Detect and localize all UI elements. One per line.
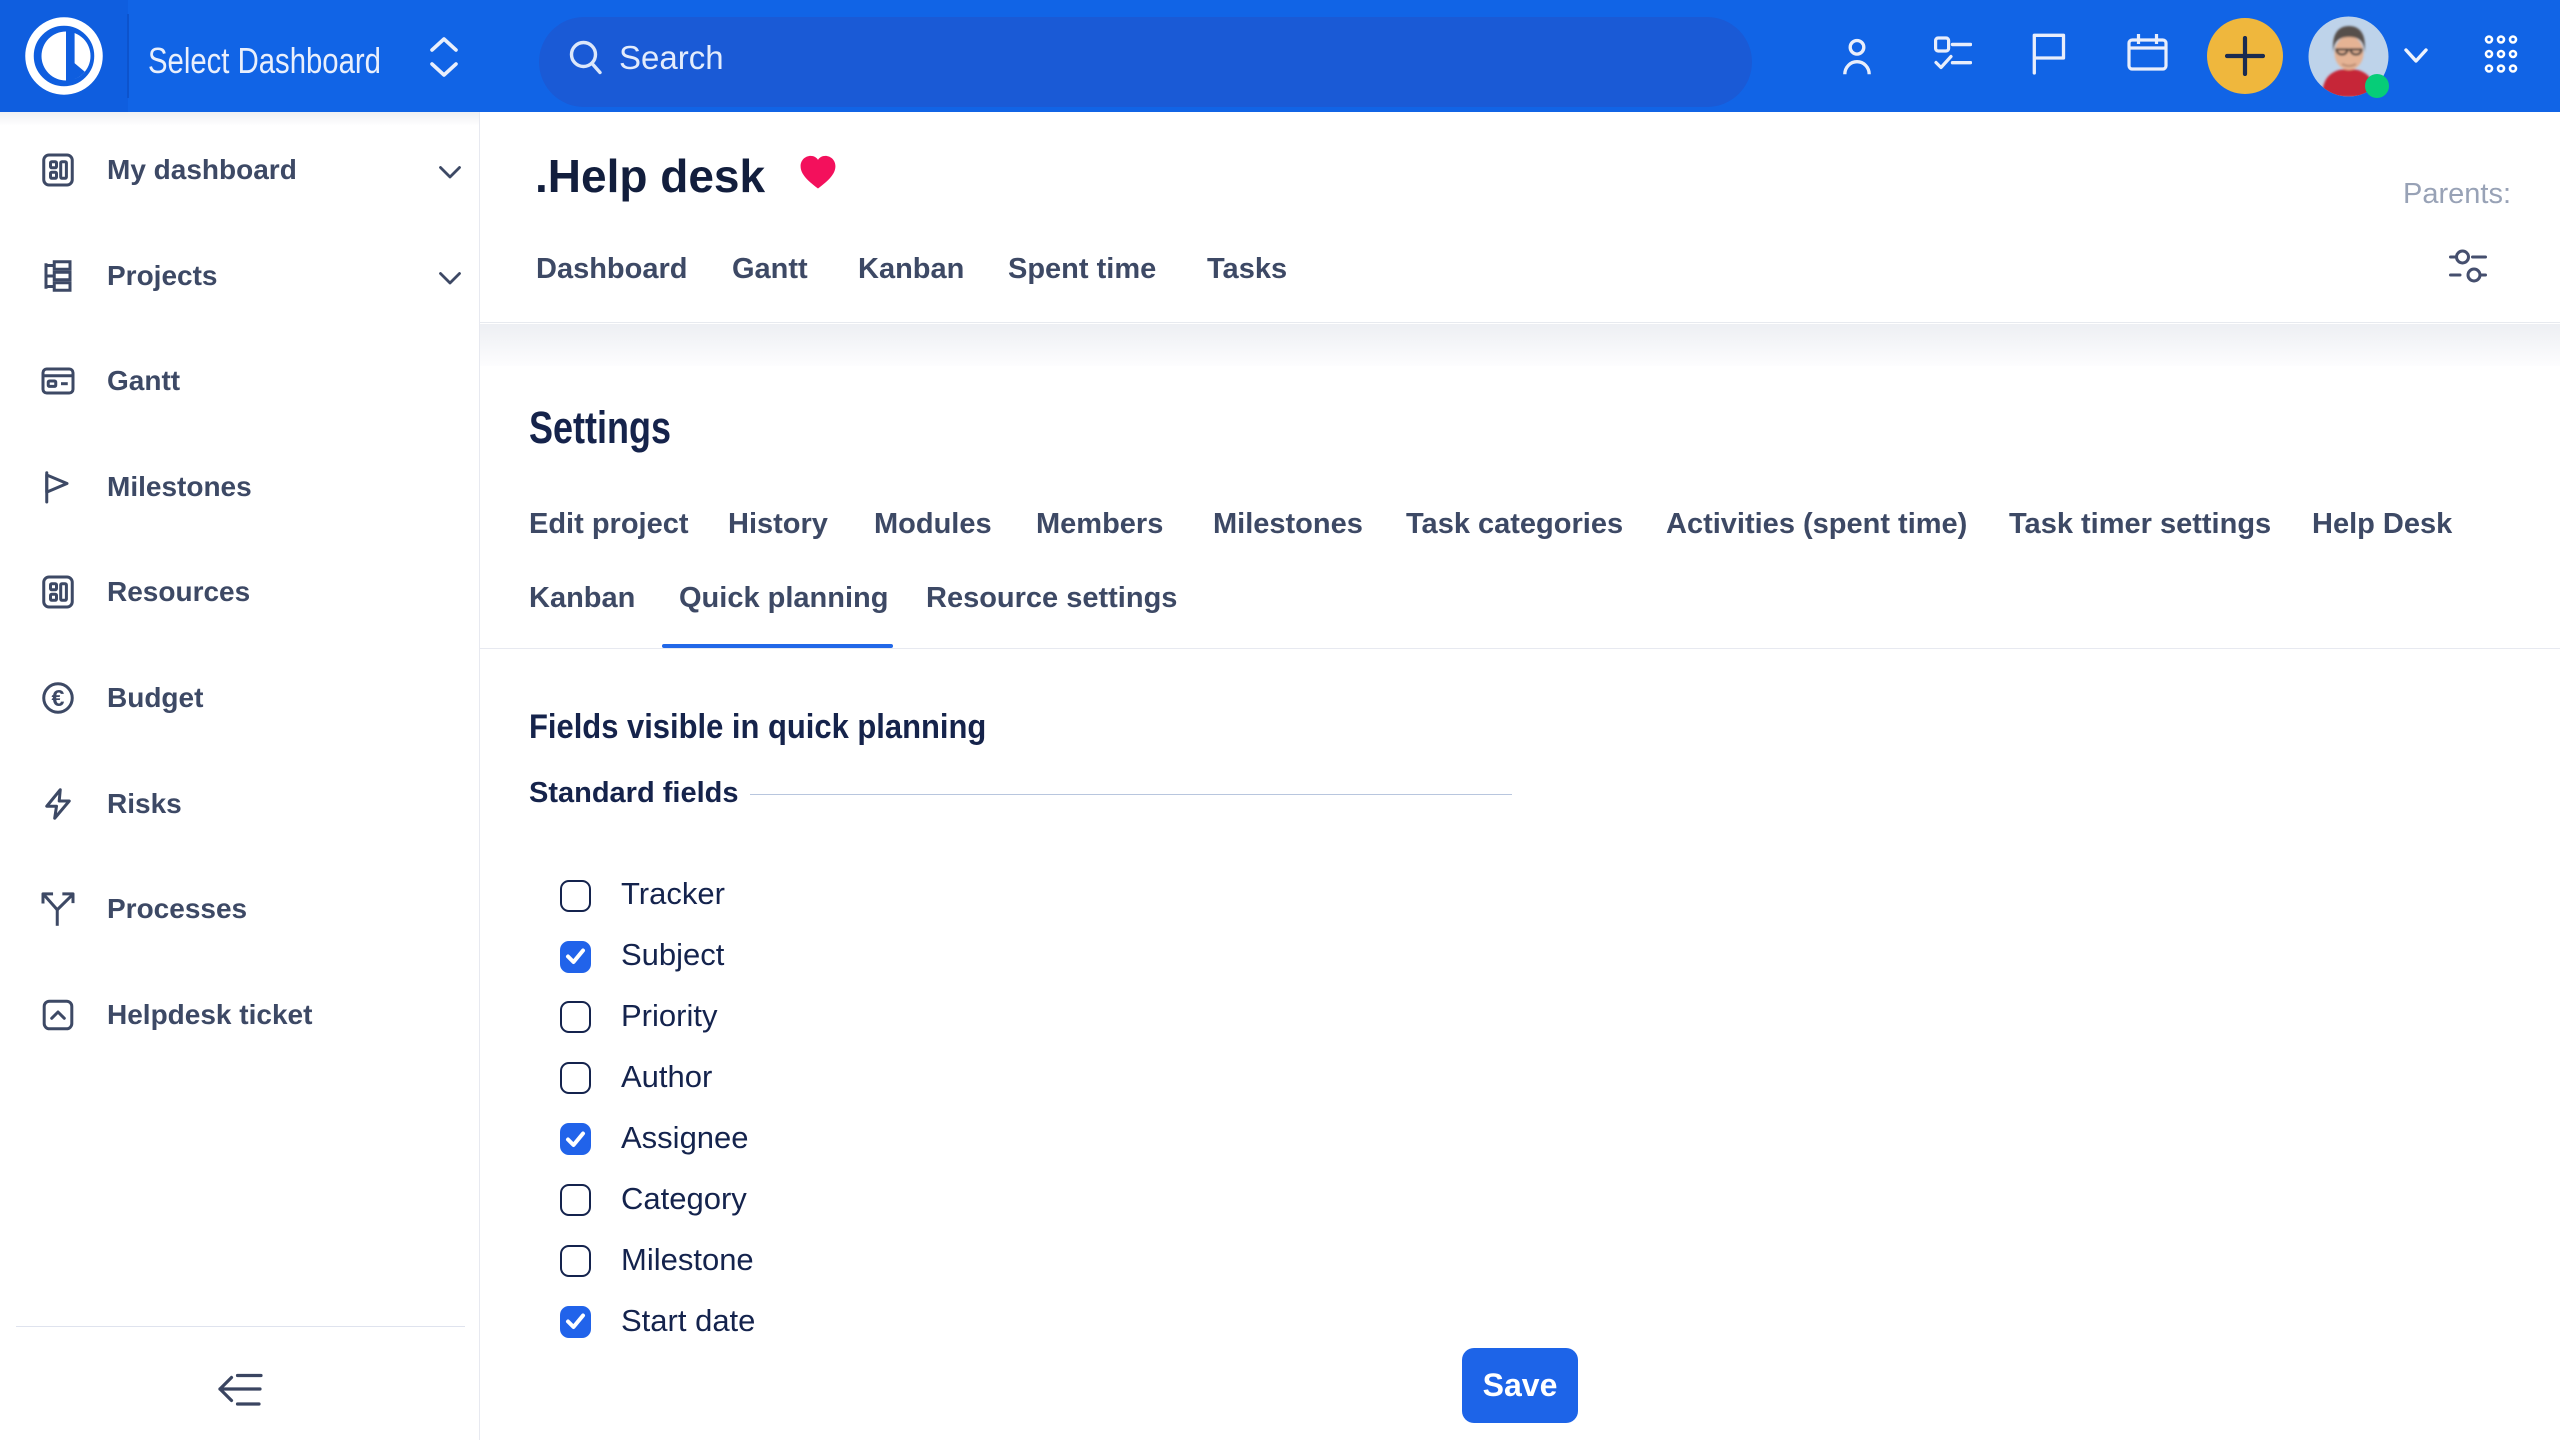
svg-text:€: € — [52, 685, 65, 711]
